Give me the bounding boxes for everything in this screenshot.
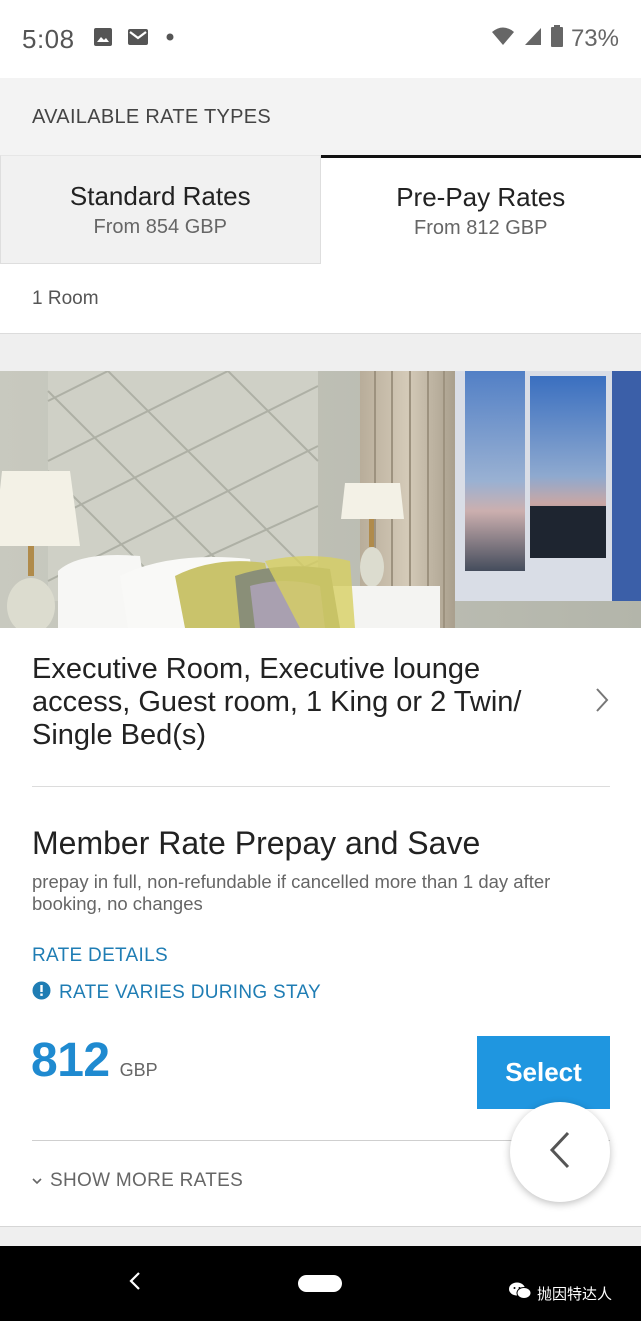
chevron-left-icon	[548, 1130, 572, 1175]
info-icon	[32, 981, 51, 1005]
gmail-icon	[127, 28, 149, 51]
watermark: 抛因特达人	[508, 1281, 612, 1305]
tab-title: Pre-Pay Rates	[396, 182, 566, 212]
floating-back-button[interactable]	[510, 1102, 610, 1202]
rate-description: prepay in full, non-refundable if cancel…	[32, 871, 551, 914]
status-bar: 5:08 73%	[0, 0, 641, 78]
show-more-rates[interactable]: SHOW MORE RATES	[32, 1170, 243, 1192]
nav-home-pill[interactable]	[298, 1275, 342, 1292]
divider	[32, 786, 610, 787]
room-photo	[0, 371, 641, 628]
room-card: Executive Room, Executive lounge access,…	[0, 371, 641, 1227]
watermark-text: 抛因特达人	[537, 1284, 613, 1303]
tab-subtitle: From 854 GBP	[93, 215, 227, 238]
tab-standard-rates[interactable]: Standard Rates From 854 GBP	[0, 155, 321, 264]
notification-icons	[93, 27, 177, 52]
price: 812 GBP	[31, 1033, 158, 1088]
rate-name: Member Rate Prepay and Save	[32, 825, 481, 861]
chevron-right-icon	[594, 686, 610, 719]
rate-tabs: Standard Rates From 854 GBP Pre-Pay Rate…	[0, 155, 641, 264]
tab-title: Standard Rates	[69, 180, 251, 211]
chevron-down-icon	[32, 1172, 42, 1190]
battery-icon	[550, 24, 563, 54]
dot-icon	[163, 30, 177, 49]
room-count-row: 1 Room	[0, 264, 641, 334]
room-count: 1 Room	[32, 287, 99, 309]
show-more-text: SHOW MORE RATES	[50, 1170, 244, 1191]
room-name: Executive Room, Executive lounge access,…	[32, 652, 522, 751]
wifi-icon	[491, 25, 515, 53]
nav-back-icon[interactable]	[128, 1270, 142, 1297]
status-time: 5:08	[22, 23, 75, 54]
wechat-icon	[508, 1281, 532, 1305]
rate-varies-row[interactable]: RATE VARIES DURING STAY	[32, 981, 321, 1005]
price-currency: GBP	[119, 1060, 158, 1080]
image-icon	[93, 27, 113, 52]
battery-percent: 73%	[570, 25, 619, 52]
price-amount: 812	[31, 1034, 110, 1087]
tab-pre-pay-rates[interactable]: Pre-Pay Rates From 812 GBP	[320, 155, 641, 264]
rate-details-link[interactable]: RATE DETAILS	[32, 945, 168, 967]
rate-types-title: AVAILABLE RATE TYPES	[32, 105, 272, 128]
tab-subtitle: From 812 GBP	[414, 217, 548, 239]
rate-varies-text: RATE VARIES DURING STAY	[59, 982, 322, 1003]
rate-types-header: AVAILABLE RATE TYPES	[0, 78, 641, 156]
select-button[interactable]: Select	[477, 1036, 610, 1109]
status-right: 73%	[491, 24, 619, 54]
room-name-row[interactable]: Executive Room, Executive lounge access,…	[32, 653, 610, 751]
signal-icon	[523, 25, 543, 53]
